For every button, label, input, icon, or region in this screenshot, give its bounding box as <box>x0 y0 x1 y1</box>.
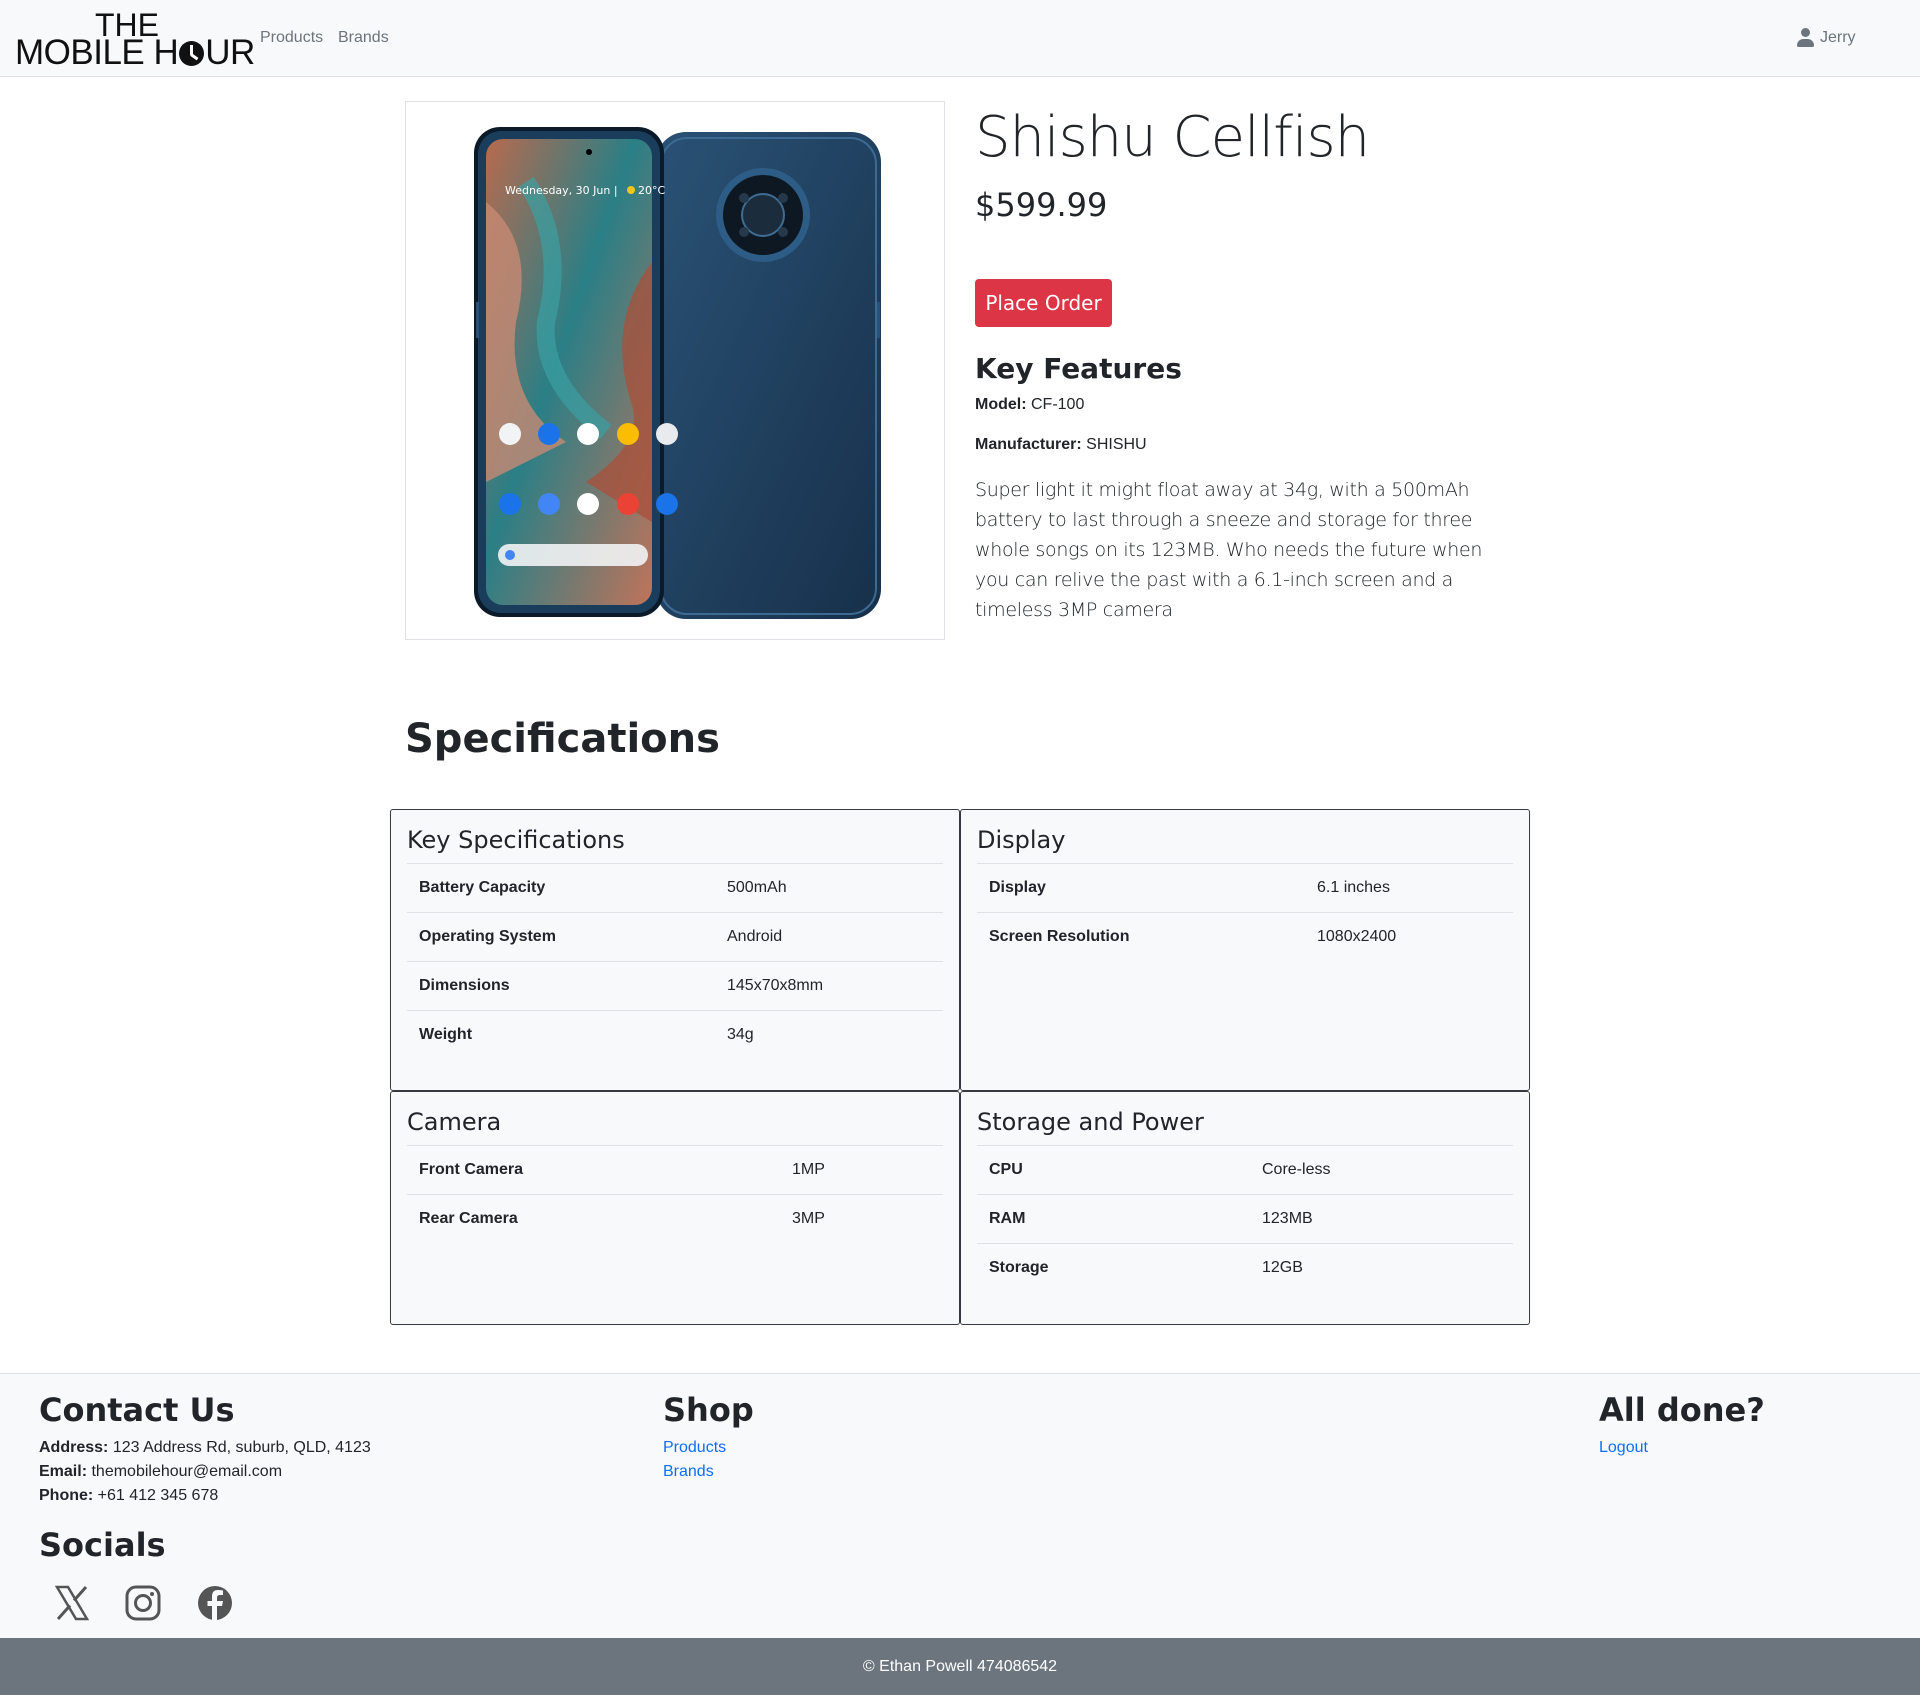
model-value: CF-100 <box>1031 396 1085 413</box>
user-icon <box>1797 28 1814 47</box>
phone-label: Phone: <box>39 1487 94 1504</box>
card-title: Display <box>977 810 1513 864</box>
x-icon[interactable] <box>54 1585 90 1621</box>
product-title: Shishu Cellfish <box>975 105 1370 170</box>
screen-temp-text: 20°C <box>638 184 665 197</box>
facebook-icon[interactable] <box>197 1585 233 1621</box>
specifications-heading: Specifications <box>405 716 720 762</box>
model-label: Model: <box>975 396 1027 413</box>
screen-clock-text: Wednesday, 30 Jun | <box>505 184 618 197</box>
product-description: Super light it might float away at 34g, … <box>975 479 1483 621</box>
card-title: Camera <box>407 1092 943 1146</box>
spec-value: Core-less <box>1262 1161 1331 1178</box>
spec-value: 3MP <box>792 1210 825 1227</box>
footer-products-link[interactable]: Products <box>663 1439 726 1457</box>
spec-value: 1080x2400 <box>1317 928 1397 945</box>
spec-value: 34g <box>727 1026 754 1043</box>
spec-label: Operating System <box>419 928 556 945</box>
spec-value: 12GB <box>1262 1259 1303 1276</box>
spec-label: Weight <box>419 1026 473 1043</box>
table-row: RAM 123MB <box>977 1195 1513 1244</box>
clock-icon <box>179 41 205 66</box>
phone-image: Wednesday, 30 Jun | 20°C <box>474 127 881 619</box>
spec-label: RAM <box>989 1210 1026 1227</box>
instagram-icon[interactable] <box>125 1585 161 1621</box>
product-image: Wednesday, 30 Jun | 20°C <box>405 101 945 640</box>
brand-logo[interactable]: THE MOBILE H UR <box>15 8 255 72</box>
address-line: Address: 123 Address Rd, suburb, QLD, 41… <box>39 1439 371 1457</box>
spec-value: 1MP <box>792 1161 825 1178</box>
table-row: Front Camera 1MP <box>407 1146 943 1195</box>
table-row: Screen Resolution 1080x2400 <box>977 913 1513 962</box>
logo-text-main: MOBILE H UR <box>15 34 255 72</box>
table-row: Rear Camera 3MP <box>407 1195 943 1244</box>
spec-label: Front Camera <box>419 1161 524 1178</box>
spec-label: Display <box>989 879 1046 896</box>
spec-value: 6.1 inches <box>1317 879 1390 896</box>
email-line: Email: themobilehour@email.com <box>39 1463 282 1481</box>
manufacturer-label: Manufacturer: <box>975 436 1082 453</box>
spec-value: 123MB <box>1262 1210 1313 1227</box>
product-price: $599.99 <box>975 186 1108 224</box>
spec-label: Rear Camera <box>419 1210 518 1227</box>
logout-link[interactable]: Logout <box>1599 1439 1648 1457</box>
footer-brands-link[interactable]: Brands <box>663 1463 714 1481</box>
manufacturer-value: SHISHU <box>1086 436 1147 453</box>
phone-value: +61 412 345 678 <box>97 1487 219 1504</box>
spec-value: Android <box>727 928 783 945</box>
spec-value: 500mAh <box>727 879 787 896</box>
spec-label: CPU <box>989 1161 1023 1178</box>
table-row: Dimensions 145x70x8mm <box>407 962 943 1011</box>
spec-label: Dimensions <box>419 977 510 994</box>
key-specifications-card: Key Specifications Battery Capacity 500mA… <box>390 809 960 1091</box>
user-menu[interactable]: Jerry <box>1797 28 1856 47</box>
shop-heading: Shop <box>663 1391 754 1429</box>
user-name: Jerry <box>1820 28 1856 46</box>
spec-label: Battery Capacity <box>419 879 546 896</box>
spec-value: 145x70x8mm <box>727 977 824 994</box>
socials-heading: Socials <box>39 1526 166 1564</box>
nav-products-link[interactable]: Products <box>260 29 323 47</box>
spec-label: Screen Resolution <box>989 928 1130 945</box>
logo-text-right: UR <box>205 33 255 72</box>
storage-power-card: Storage and Power CPU Core-less RAM 123MB … <box>960 1091 1530 1325</box>
place-order-button[interactable]: Place Order <box>975 279 1112 327</box>
card-title: Storage and Power <box>977 1092 1513 1146</box>
key-features-heading: Key Features <box>975 352 1182 385</box>
camera-card: Camera Front Camera 1MP Rear Camera 3MP <box>390 1091 960 1325</box>
nav-brands-link[interactable]: Brands <box>338 29 389 47</box>
address-label: Address: <box>39 1439 109 1456</box>
table-row: Weight 34g <box>407 1011 943 1060</box>
email-value: themobilehour@email.com <box>91 1463 283 1480</box>
manufacturer-line: Manufacturer: SHISHU <box>975 436 1147 454</box>
table-row: Operating System Android <box>407 913 943 962</box>
table-row: Display 6.1 inches <box>977 864 1513 913</box>
model-line: Model: CF-100 <box>975 396 1084 414</box>
address-value: 123 Address Rd, suburb, QLD, 4123 <box>112 1439 371 1456</box>
copyright-bar: © Ethan Powell 474086542 <box>0 1638 1920 1695</box>
logo-text-left: MOBILE H <box>15 33 179 72</box>
table-row: CPU Core-less <box>977 1146 1513 1195</box>
card-title: Key Specifications <box>407 810 943 864</box>
contact-heading: Contact Us <box>39 1391 235 1429</box>
table-row: Battery Capacity 500mAh <box>407 864 943 913</box>
table-row: Storage 12GB <box>977 1244 1513 1293</box>
footer: Contact Us Address: 123 Address Rd, subu… <box>0 1373 1920 1638</box>
phone-line: Phone: +61 412 345 678 <box>39 1487 218 1505</box>
display-card: Display Display 6.1 inches Screen Resolut… <box>960 809 1530 1091</box>
all-done-heading: All done? <box>1599 1391 1765 1429</box>
spec-label: Storage <box>989 1259 1049 1276</box>
navbar: THE MOBILE H UR Products Brands Jerry <box>0 0 1920 77</box>
email-label: Email: <box>39 1463 88 1480</box>
